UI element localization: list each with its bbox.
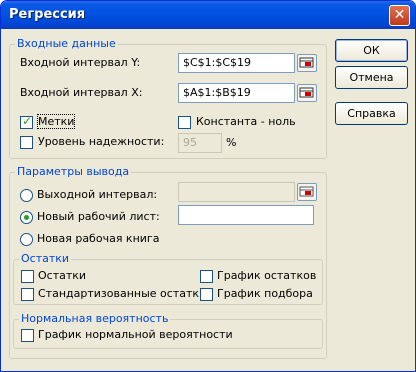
output-range-input[interactable] — [178, 182, 295, 202]
x-range-select-button[interactable] — [297, 84, 317, 102]
output-options-legend: Параметры вывода — [15, 165, 132, 178]
constant-zero-checkbox[interactable] — [178, 116, 191, 129]
constant-zero-label[interactable]: Константа - ноль — [196, 115, 296, 128]
line-fit-plots-label[interactable]: График подбора — [217, 287, 313, 300]
cancel-button[interactable]: Отмена — [335, 66, 408, 89]
range-select-icon — [299, 87, 314, 98]
range-select-icon — [299, 186, 314, 197]
x-range-label: Входной интервал X: — [20, 86, 143, 99]
residuals-label[interactable]: Остатки — [38, 269, 86, 282]
ok-button[interactable]: ОК — [335, 39, 408, 62]
labels-checkbox[interactable] — [20, 114, 33, 129]
residuals-group: Остатки Остатки Стандартизованные остатк… — [13, 252, 323, 305]
close-button[interactable]: ✕ — [389, 5, 410, 26]
regression-dialog: Регрессия ✕ Входные данные Входной интер… — [0, 0, 416, 372]
new-sheet-label[interactable]: Новый рабочий лист: — [37, 210, 160, 223]
help-button[interactable]: Справка — [335, 102, 408, 125]
confidence-input[interactable]: 95 — [178, 133, 222, 153]
labels-checkbox-label[interactable]: Метки — [36, 114, 76, 129]
normal-probability-legend: Нормальная вероятность — [19, 312, 171, 325]
confidence-label[interactable]: Уровень надежности: — [38, 135, 164, 148]
y-range-select-button[interactable] — [297, 54, 317, 72]
new-sheet-input[interactable] — [178, 205, 314, 225]
normal-plot-label[interactable]: График нормальной вероятности — [38, 328, 233, 341]
residual-plots-label[interactable]: График остатков — [217, 269, 316, 282]
line-fit-plots-checkbox[interactable] — [200, 288, 213, 301]
close-icon: ✕ — [393, 7, 406, 23]
x-range-input[interactable]: $A$1:$B$19 — [178, 83, 295, 103]
range-select-icon — [299, 57, 314, 68]
window-title: Регрессия — [9, 7, 86, 22]
y-range-input[interactable]: $C$1:$C$19 — [178, 53, 295, 73]
output-options-group: Параметры вывода Выходной интервал: Новы… — [9, 165, 327, 359]
output-range-radio[interactable] — [20, 189, 33, 202]
residuals-legend: Остатки — [19, 252, 72, 265]
output-range-select-button[interactable] — [297, 183, 317, 201]
input-data-legend: Входные данные — [15, 37, 118, 50]
standardized-residuals-checkbox[interactable] — [21, 288, 34, 301]
input-data-group: Входные данные Входной интервал Y: $C$1:… — [9, 37, 327, 159]
y-range-label: Входной интервал Y: — [20, 56, 141, 69]
normal-plot-checkbox[interactable] — [21, 329, 34, 342]
new-workbook-label[interactable]: Новая рабочая книга — [37, 232, 159, 245]
confidence-checkbox[interactable] — [20, 136, 33, 149]
residuals-checkbox[interactable] — [21, 270, 34, 283]
new-workbook-radio[interactable] — [20, 233, 33, 246]
title-bar[interactable]: Регрессия ✕ — [1, 1, 415, 29]
new-sheet-radio[interactable] — [20, 211, 33, 224]
output-range-label[interactable]: Выходной интервал: — [37, 188, 157, 201]
normal-probability-group: Нормальная вероятность График нормальной… — [13, 312, 323, 349]
residual-plots-checkbox[interactable] — [200, 270, 213, 283]
percent-sign: % — [226, 136, 237, 149]
standardized-residuals-label[interactable]: Стандартизованные остатки — [38, 287, 206, 300]
